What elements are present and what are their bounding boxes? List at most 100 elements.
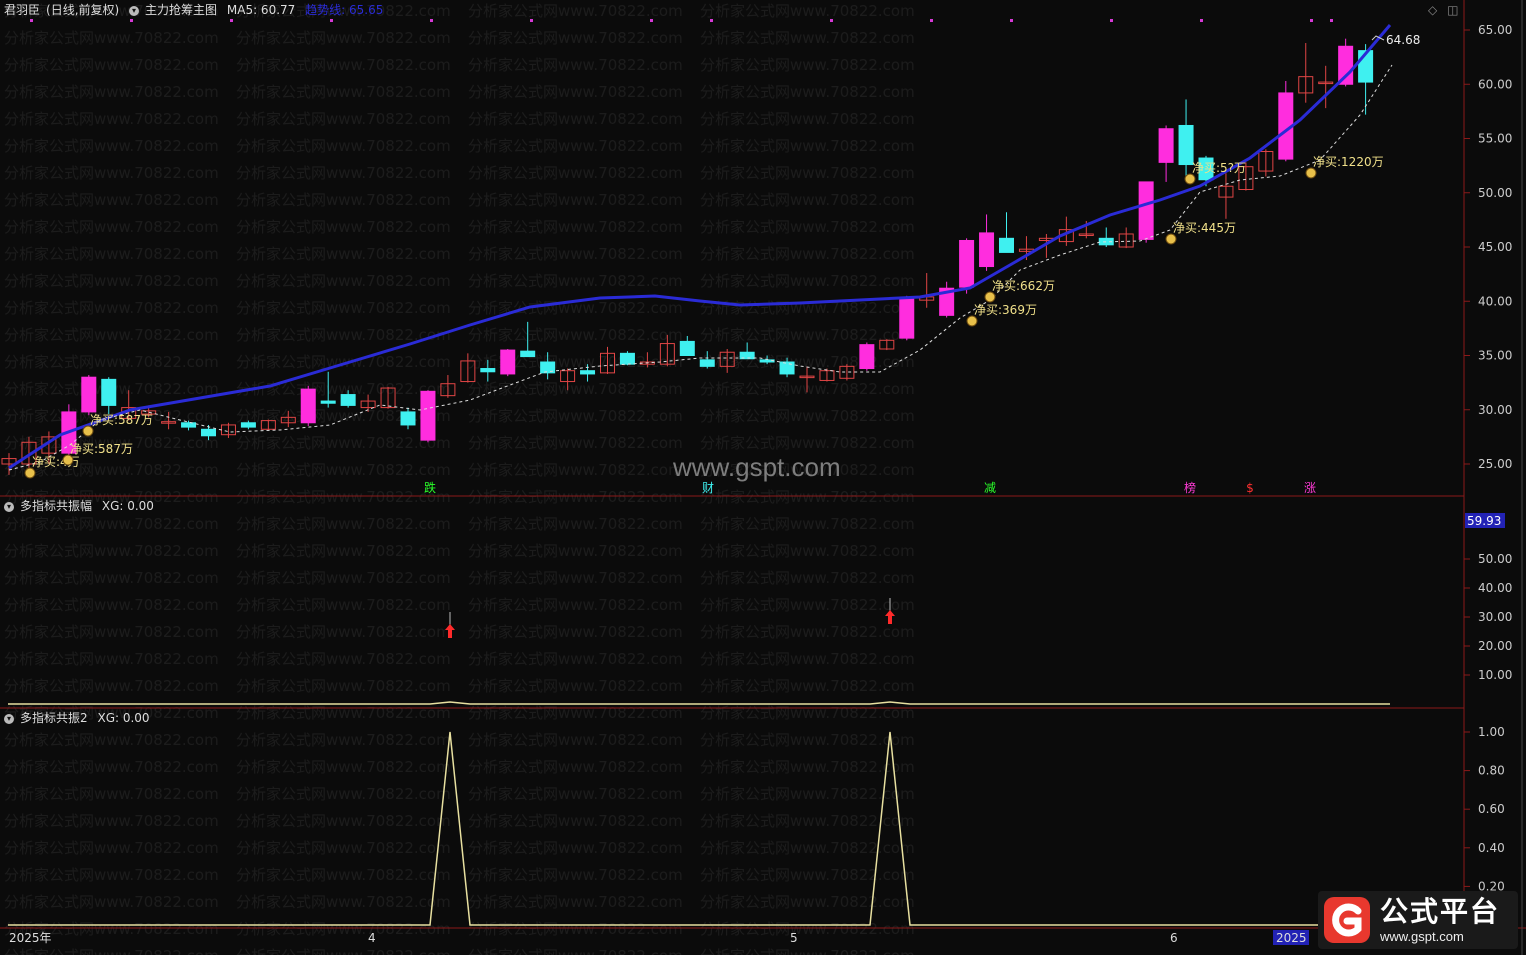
watermark-tile: 分析家公式网www.70822.com: [236, 812, 451, 830]
signal-dot: [650, 19, 653, 22]
watermark-tile: 分析家公式网www.70822.com: [468, 623, 683, 641]
watermark-tile: 分析家公式网www.70822.com: [236, 245, 451, 263]
panel3-tick-label: 0.40: [1478, 841, 1505, 855]
watermark-tile: 分析家公式网www.70822.com: [236, 704, 451, 722]
watermark-tile: 分析家公式网www.70822.com: [4, 326, 219, 344]
watermark-tile: 分析家公式网www.70822.com: [468, 137, 683, 155]
x-axis-label: 2025: [1276, 931, 1307, 945]
watermark-tile: 分析家公式网www.70822.com: [700, 920, 915, 938]
candle-body: [619, 352, 635, 365]
money-bag-icon: [1165, 233, 1177, 245]
watermark-tile: 分析家公式网www.70822.com: [468, 488, 683, 506]
watermark-tile: 分析家公式网www.70822.com: [700, 677, 915, 695]
watermark-tile: 分析家公式网www.70822.com: [700, 731, 915, 749]
watermark-tile: 分析家公式网www.70822.com: [700, 839, 915, 857]
watermark-tile: 分析家公式网www.70822.com: [4, 164, 219, 182]
trend-label: 趋势线: 65.65: [305, 3, 384, 17]
chevron-down-icon[interactable]: ▾: [4, 713, 14, 724]
candle-body: [181, 422, 197, 428]
price-tick-label: 35.00: [1478, 349, 1512, 363]
money-bag-icon: [62, 454, 74, 466]
candle-body: [300, 388, 316, 424]
candle-body: [400, 411, 416, 426]
candle-body: [1178, 124, 1194, 166]
chevron-down-icon[interactable]: ▾: [4, 501, 14, 512]
watermark-tile: 分析家公式网www.70822.com: [236, 839, 451, 857]
candle-body: [480, 368, 496, 373]
panel3-xg: XG: 0.00: [97, 711, 150, 725]
watermark-tile: 分析家公式网www.70822.com: [236, 542, 451, 560]
watermark-tile: 分析家公式网www.70822.com: [468, 731, 683, 749]
watermark-tile: 分析家公式网www.70822.com: [4, 758, 219, 776]
signal-dot: [710, 19, 713, 22]
watermark-tile: 分析家公式网www.70822.com: [236, 920, 451, 938]
price-tick-label: 30.00: [1478, 403, 1512, 417]
candle-body: [320, 400, 336, 404]
candle-body: [859, 344, 875, 370]
panel2-xg: XG: 0.00: [101, 499, 154, 513]
watermark-tile: 分析家公式网www.70822.com: [700, 56, 915, 74]
watermark-tile: 分析家公式网www.70822.com: [236, 758, 451, 776]
candle-body: [101, 378, 117, 406]
money-bag-icon: [82, 425, 94, 437]
watermark-tile: 分析家公式网www.70822.com: [468, 677, 683, 695]
watermark-tile: 分析家公式网www.70822.com: [4, 191, 219, 209]
watermark-tile: 分析家公式网www.70822.com: [700, 704, 915, 722]
watermark-tile: 分析家公式网www.70822.com: [700, 272, 915, 290]
watermark-tile: 分析家公式网www.70822.com: [468, 650, 683, 668]
watermark-tile: 分析家公式网www.70822.com: [4, 299, 219, 317]
watermark-tile: 分析家公式网www.70822.com: [700, 110, 915, 128]
watermark-tile: 分析家公式网www.70822.com: [236, 623, 451, 641]
watermark-tile: 分析家公式网www.70822.com: [468, 245, 683, 263]
watermark-tile: 分析家公式网www.70822.com: [700, 866, 915, 884]
candle-body: [1158, 128, 1174, 163]
watermark-tile: 分析家公式网www.70822.com: [468, 272, 683, 290]
panel2-tick-label: 20.00: [1478, 639, 1512, 653]
event-mark: 减: [984, 481, 996, 495]
watermark-tile: 分析家公式网www.70822.com: [468, 947, 683, 955]
watermark-tile: 分析家公式网www.70822.com: [468, 2, 683, 20]
watermark-tile: 分析家公式网www.70822.com: [4, 731, 219, 749]
net-buy-label: 净买:1220万: [1313, 155, 1384, 169]
event-mark: 跌: [424, 480, 436, 495]
watermark-tile: 分析家公式网www.70822.com: [4, 650, 219, 668]
watermark-tile: 分析家公式网www.70822.com: [4, 596, 219, 614]
net-buy-label: 净买:369万: [974, 303, 1037, 317]
panel3-tick-label: 0.60: [1478, 802, 1505, 816]
panel2-tick-label: 50.00: [1478, 552, 1512, 566]
signal-dot: [930, 19, 933, 22]
watermark-tile: 分析家公式网www.70822.com: [468, 110, 683, 128]
net-buy-label: 净买:587万: [90, 413, 153, 427]
main-panel-header: 君羽臣 (日线,前复权) ▾ 主力抢筹主图 MA5: 60.77 趋势线: 65.6…: [4, 1, 389, 19]
watermark-tile: 分析家公式网www.70822.com: [700, 407, 915, 425]
chart-window[interactable]: 分析家公式网www.70822.com 分析家公式网www.70822.com 分析…: [0, 0, 1526, 955]
watermark-tile: 分析家公式网www.70822.com: [700, 2, 915, 20]
indicator-name[interactable]: 主力抢筹主图: [145, 3, 217, 17]
watermark-tile: 分析家公式网www.70822.com: [4, 353, 219, 371]
watermark-tile: 分析家公式网www.70822.com: [468, 569, 683, 587]
watermark-tile: 分析家公式网www.70822.com: [236, 299, 451, 317]
restore-icon[interactable]: ◫: [1447, 3, 1458, 17]
price-tick-label: 55.00: [1478, 132, 1512, 146]
stock-name: 君羽臣: [4, 3, 41, 17]
candle-body: [1338, 45, 1354, 85]
watermark-tile: 分析家公式网www.70822.com: [4, 29, 219, 47]
watermark-tile: 分析家公式网www.70822.com: [4, 56, 219, 74]
watermark-tile: 分析家公式网www.70822.com: [468, 56, 683, 74]
watermark-tile: 分析家公式网www.70822.com: [4, 866, 219, 884]
watermark-tile: 分析家公式网www.70822.com: [4, 677, 219, 695]
watermark-tile: 分析家公式网www.70822.com: [468, 434, 683, 452]
diamond-icon[interactable]: ◇: [1428, 3, 1437, 17]
money-bag-icon: [984, 291, 996, 303]
panel2-title[interactable]: 多指标共振幅: [20, 499, 92, 513]
price-tick-label: 50.00: [1478, 186, 1512, 200]
watermark-tile: 分析家公式网www.70822.com: [700, 29, 915, 47]
panel3-title[interactable]: 多指标共振2: [20, 711, 88, 725]
watermark-tile: 分析家公式网www.70822.com: [236, 56, 451, 74]
money-bag-icon: [966, 315, 978, 327]
watermark-tile: 分析家公式网www.70822.com: [468, 596, 683, 614]
watermark-tile: 分析家公式网www.70822.com: [700, 758, 915, 776]
chevron-down-icon[interactable]: ▾: [129, 5, 140, 16]
signal-dot: [1010, 19, 1013, 22]
watermark-tile: 分析家公式网www.70822.com: [700, 434, 915, 452]
